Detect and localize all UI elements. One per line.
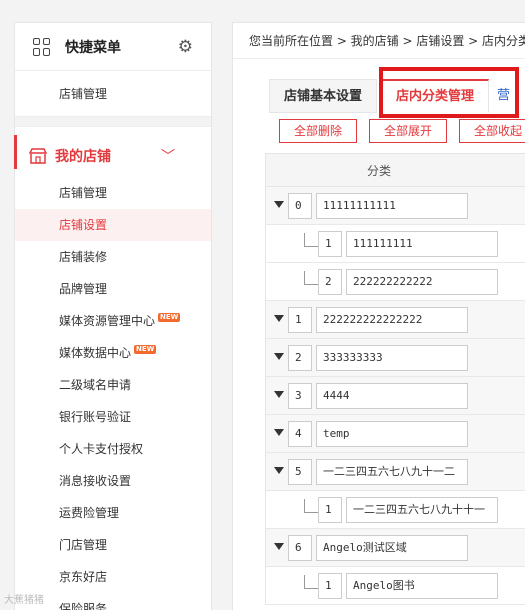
sidebar-item-insurance-service[interactable]: 保险服务 bbox=[15, 593, 211, 610]
sort-input[interactable]: 1 bbox=[288, 306, 312, 333]
sidebar-item-freight-insurance[interactable]: 运费险管理 bbox=[15, 497, 211, 529]
caret-down-icon[interactable] bbox=[274, 315, 284, 322]
tree-elbow-icon bbox=[304, 233, 318, 247]
sidebar-item-media-data-center[interactable]: 媒体数据中心 NEW bbox=[15, 337, 211, 369]
category-name-input[interactable]: Angelo测试区域 bbox=[316, 534, 468, 561]
sidebar-item-shop-settings[interactable]: 店铺设置 bbox=[15, 209, 211, 241]
caret-down-icon[interactable] bbox=[274, 429, 284, 436]
table-row: 2 333333333 bbox=[265, 339, 525, 377]
tree-elbow-icon bbox=[304, 575, 318, 589]
quick-menu-header[interactable]: 快捷菜单 ⚙ bbox=[15, 23, 211, 71]
table-row: 1 222222222222222 bbox=[265, 301, 525, 339]
sort-input[interactable]: 1 bbox=[318, 230, 342, 257]
caret-down-icon[interactable] bbox=[274, 201, 284, 208]
table-row: 6 Angelo测试区域 bbox=[265, 529, 525, 567]
table-row: 5 一二三四五六七八九十一二 bbox=[265, 453, 525, 491]
category-name-input[interactable]: 111111111 bbox=[346, 230, 498, 257]
sidebar-item-subdomain[interactable]: 二级域名申请 bbox=[15, 369, 211, 401]
divider bbox=[15, 117, 211, 127]
tree-elbow-icon bbox=[304, 271, 318, 285]
category-name-input[interactable]: 一二三四五六七八九十十一 bbox=[346, 496, 498, 523]
category-name-input[interactable]: temp bbox=[316, 420, 468, 447]
sidebar-item-personal-card-auth[interactable]: 个人卡支付授权 bbox=[15, 433, 211, 465]
sort-input[interactable]: 2 bbox=[288, 344, 312, 371]
sidebar-item-shop-management[interactable]: 店铺管理 bbox=[15, 177, 211, 209]
tree-elbow-icon bbox=[304, 499, 318, 513]
table-row: 1 111111111 bbox=[265, 225, 525, 263]
tab-category-management[interactable]: 店内分类管理 bbox=[381, 79, 490, 113]
table-header: 分类 bbox=[265, 153, 525, 187]
sidebar-item-jd-good-store[interactable]: 京东好店 bbox=[15, 561, 211, 593]
tab-shop-basic-settings[interactable]: 店铺基本设置 bbox=[269, 79, 378, 113]
collapse-all-button[interactable]: 全部收起 bbox=[459, 119, 525, 143]
sidebar-item-bank-verify[interactable]: 银行账号验证 bbox=[15, 401, 211, 433]
table-row: 3 4444 bbox=[265, 377, 525, 415]
table-row: 0 11111111111 bbox=[265, 187, 525, 225]
new-badge: NEW bbox=[158, 313, 181, 322]
sort-input[interactable]: 2 bbox=[318, 268, 342, 295]
caret-down-icon[interactable] bbox=[274, 391, 284, 398]
sort-input[interactable]: 1 bbox=[318, 572, 342, 599]
watermark: 大蕉猪猪 bbox=[4, 595, 44, 606]
caret-down-icon[interactable] bbox=[274, 543, 284, 550]
category-table: 分类 0 11111111111 1 111111111 2 222222222… bbox=[265, 153, 525, 605]
table-row: 2 222222222222 bbox=[265, 263, 525, 301]
sidebar: 快捷菜单 ⚙ 店铺管理 我的店铺 ﹀ 店铺管理 店铺设置 店铺装修 品牌管理 媒… bbox=[14, 22, 212, 610]
sort-input[interactable]: 4 bbox=[288, 420, 312, 447]
category-name-input[interactable]: 11111111111 bbox=[316, 192, 468, 219]
delete-all-button[interactable]: 全部删除 bbox=[279, 119, 358, 143]
expand-all-button[interactable]: 全部展开 bbox=[369, 119, 448, 143]
quick-menu-item[interactable]: 店铺管理 bbox=[15, 71, 211, 117]
category-name-input[interactable]: Angelo图书 bbox=[346, 572, 498, 599]
category-name-input[interactable]: 222222222222222 bbox=[316, 306, 468, 333]
store-icon bbox=[29, 148, 47, 164]
new-badge: NEW bbox=[134, 345, 157, 354]
my-shop-title: 我的店铺 bbox=[55, 149, 111, 165]
sort-input[interactable]: 5 bbox=[288, 458, 312, 485]
sort-input[interactable]: 3 bbox=[288, 382, 312, 409]
sort-input[interactable]: 6 bbox=[288, 534, 312, 561]
category-name-input[interactable]: 333333333 bbox=[316, 344, 468, 371]
gear-icon[interactable]: ⚙ bbox=[178, 37, 193, 57]
sort-input[interactable]: 0 bbox=[288, 192, 312, 219]
sidebar-item-message-settings[interactable]: 消息接收设置 bbox=[15, 465, 211, 497]
sidebar-item-brand-management[interactable]: 品牌管理 bbox=[15, 273, 211, 305]
tab-more[interactable]: 营 bbox=[493, 79, 515, 113]
category-name-input[interactable]: 222222222222 bbox=[346, 268, 498, 295]
caret-down-icon[interactable] bbox=[274, 353, 284, 360]
caret-down-icon[interactable] bbox=[274, 467, 284, 474]
category-name-input[interactable]: 一二三四五六七八九十一二 bbox=[316, 458, 468, 485]
sidebar-item-shop-decoration[interactable]: 店铺装修 bbox=[15, 241, 211, 273]
quick-menu-title: 快捷菜单 bbox=[65, 39, 121, 56]
chevron-down-icon[interactable]: ﹀ bbox=[161, 146, 175, 166]
tab-bar: 店铺基本设置 店内分类管理 营 bbox=[269, 79, 518, 113]
main-panel: 您当前所在位置 > 我的店铺 > 店铺设置 > 店内分类 店铺基本设置 店内分类… bbox=[232, 22, 525, 610]
sort-input[interactable]: 1 bbox=[318, 496, 342, 523]
sidebar-item-store-management[interactable]: 门店管理 bbox=[15, 529, 211, 561]
breadcrumb: 您当前所在位置 > 我的店铺 > 店铺设置 > 店内分类 bbox=[233, 23, 525, 59]
table-row: 4 temp bbox=[265, 415, 525, 453]
action-bar: 全部删除 全部展开 全部收起 bbox=[279, 119, 525, 143]
table-row: 1 Angelo图书 bbox=[265, 567, 525, 605]
category-name-input[interactable]: 4444 bbox=[316, 382, 468, 409]
sidebar-item-media-resource-center[interactable]: 媒体资源管理中心 NEW bbox=[15, 305, 211, 337]
grid-icon bbox=[33, 37, 51, 56]
table-row: 1 一二三四五六七八九十十一 bbox=[265, 491, 525, 529]
my-shop-header[interactable]: 我的店铺 ﹀ bbox=[14, 135, 211, 177]
